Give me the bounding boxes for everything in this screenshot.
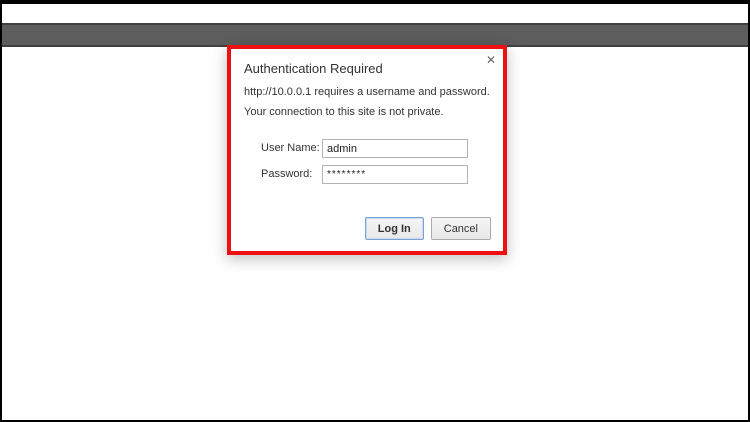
- password-field[interactable]: [322, 165, 468, 184]
- browser-window: ✕ Authentication Required http://10.0.0.…: [0, 0, 750, 422]
- dialog-message-url: http://10.0.0.1 requires a username and …: [244, 86, 490, 98]
- password-label: Password:: [261, 168, 313, 180]
- username-label: User Name:: [261, 142, 320, 154]
- window-top-strip: [2, 4, 748, 23]
- browser-toolbar: [2, 23, 748, 47]
- dialog-message-privacy: Your connection to this site is not priv…: [244, 106, 444, 118]
- close-icon[interactable]: ✕: [486, 54, 496, 66]
- username-field[interactable]: [322, 139, 468, 158]
- dialog-title: Authentication Required: [244, 61, 383, 76]
- log-in-button[interactable]: Log In: [364, 217, 424, 240]
- dialog-button-row: Log In Cancel: [364, 217, 491, 240]
- auth-dialog: ✕ Authentication Required http://10.0.0.…: [227, 45, 507, 255]
- password-row: Password:: [231, 165, 503, 184]
- auth-dialog-body: ✕ Authentication Required http://10.0.0.…: [231, 49, 503, 251]
- cancel-button[interactable]: Cancel: [430, 217, 491, 240]
- username-row: User Name:: [231, 139, 503, 158]
